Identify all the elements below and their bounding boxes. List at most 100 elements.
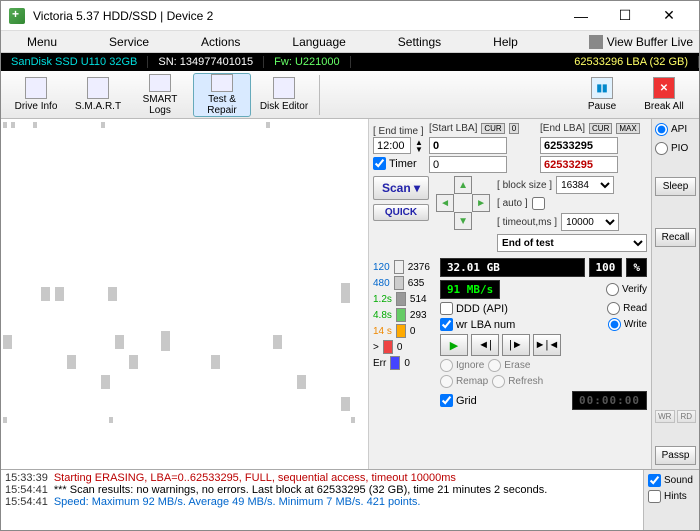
timing-list: 1202376 480635 1.2s514 4.8s293 14 s0 >0 … <box>373 258 430 372</box>
passp-button[interactable]: Passp <box>655 446 696 465</box>
elapsed-clock: 00:00:00 <box>572 391 647 410</box>
pio-radio[interactable] <box>655 142 668 155</box>
t1_2s-label: 1.2s <box>373 294 392 305</box>
recall-button[interactable]: Recall <box>655 228 696 247</box>
disk-editor-button[interactable]: Disk Editor <box>255 73 313 117</box>
sound-checkbox[interactable] <box>648 474 661 487</box>
menubar: Menu Service Actions Language Settings H… <box>1 31 699 53</box>
arrow-up-button[interactable]: ▲ <box>454 176 472 194</box>
zero-button[interactable]: 0 <box>509 123 519 134</box>
serial-number: SN: 134977401015 <box>148 56 264 68</box>
menu-right[interactable]: View Buffer Live <box>589 35 699 49</box>
menu-help[interactable]: Help <box>467 35 544 49</box>
start-lba-input-2[interactable] <box>429 156 507 173</box>
timeout-select[interactable]: 10000 <box>561 213 619 231</box>
menu-language[interactable]: Language <box>266 35 371 49</box>
t4_8s-value: 293 <box>410 310 427 321</box>
write-radio[interactable] <box>608 318 621 331</box>
block-size-select[interactable]: 16384 <box>556 176 614 194</box>
main: [ End time ] ▲▼ Timer [Start LBA]CUR0 [E… <box>1 119 699 469</box>
arrow-right-button[interactable]: ► <box>472 194 490 212</box>
refresh-radio[interactable] <box>492 375 505 388</box>
read-radio[interactable] <box>607 302 620 315</box>
t4_8s-label: 4.8s <box>373 310 392 321</box>
ddd-checkbox[interactable] <box>440 302 453 315</box>
log-msg-1: Starting ERASING, LBA=0..62533295, FULL,… <box>54 472 456 484</box>
play-button[interactable]: ▶ <box>440 334 468 356</box>
editor-icon <box>273 77 295 99</box>
start-lba-input[interactable] <box>429 137 507 154</box>
action-select[interactable]: End of test <box>497 234 647 252</box>
wrlba-checkbox[interactable] <box>440 318 453 331</box>
menu-settings[interactable]: Settings <box>372 35 467 49</box>
t14s-bar <box>396 324 406 338</box>
menu-menu[interactable]: Menu <box>1 35 83 49</box>
app-icon <box>9 8 25 24</box>
spinner-icon[interactable]: ▲▼ <box>415 139 423 153</box>
timer-checkbox[interactable] <box>373 157 386 170</box>
end-lba-input[interactable] <box>540 137 618 154</box>
t120-value: 2376 <box>408 262 430 273</box>
t480-value: 635 <box>408 278 425 289</box>
minimize-button[interactable]: — <box>559 2 603 30</box>
device-name: SanDisk SSD U110 32GB <box>1 56 148 68</box>
logs-icon <box>149 74 171 92</box>
wrlba-label: wr LBA num <box>456 319 515 331</box>
remap-radio[interactable] <box>440 375 453 388</box>
verify-radio[interactable] <box>606 283 619 296</box>
cur-button[interactable]: CUR <box>481 123 504 134</box>
smart-button[interactable]: S.M.A.R.T <box>69 73 127 117</box>
ignore-radio[interactable] <box>440 359 453 372</box>
t14s-label: 14 s <box>373 326 392 337</box>
start-lba-label: [Start LBA] <box>429 123 477 134</box>
test-repair-button[interactable]: Test & Repair <box>193 73 251 117</box>
erase-radio[interactable] <box>488 359 501 372</box>
pause-button[interactable]: ▮▮Pause <box>573 73 631 117</box>
step-back-button[interactable]: ◄| <box>471 334 499 356</box>
scanned-size: 32.01 GB <box>440 258 585 277</box>
maximize-button[interactable]: ☐ <box>603 2 647 30</box>
cur-button-2[interactable]: CUR <box>589 123 612 134</box>
arrow-down-button[interactable]: ▼ <box>454 212 472 230</box>
api-radio[interactable] <box>655 123 668 136</box>
terr-label: Err <box>373 358 386 369</box>
scan-map[interactable] <box>1 119 368 469</box>
log-msg-3: Speed: Maximum 92 MB/s. Average 49 MB/s.… <box>54 496 421 508</box>
skip-button[interactable]: ►|◄ <box>533 334 561 356</box>
scan-map-panel <box>1 119 369 469</box>
end-lba-input-2[interactable] <box>540 156 618 173</box>
toolbar: Drive Info S.M.A.R.T SMART Logs Test & R… <box>1 71 699 119</box>
menu-actions[interactable]: Actions <box>175 35 266 49</box>
sleep-button[interactable]: Sleep <box>655 177 696 196</box>
log-section: 15:33:39Starting ERASING, LBA=0..6253329… <box>1 469 699 530</box>
smart-logs-button[interactable]: SMART Logs <box>131 73 189 117</box>
end-time-input[interactable] <box>373 137 411 154</box>
drive-info-button[interactable]: Drive Info <box>7 73 65 117</box>
speed-value: 91 MB/s <box>440 280 500 299</box>
hints-checkbox[interactable] <box>648 490 661 503</box>
tgt-label: > <box>373 342 379 353</box>
max-button[interactable]: MAX <box>616 123 639 134</box>
timer-label: Timer <box>389 158 417 170</box>
step-fwd-button[interactable]: |► <box>502 334 530 356</box>
grid-checkbox[interactable] <box>440 394 453 407</box>
close-button[interactable]: ✕ <box>647 2 691 30</box>
log[interactable]: 15:33:39Starting ERASING, LBA=0..6253329… <box>1 470 643 530</box>
break-all-button[interactable]: ✕Break All <box>635 73 693 117</box>
block-size-label: [ block size ] <box>497 180 552 191</box>
quick-button[interactable]: QUICK <box>373 204 429 221</box>
rd-button[interactable]: RD <box>677 410 697 423</box>
auto-label: [ auto ] <box>497 198 528 209</box>
terr-value: 0 <box>404 358 410 369</box>
auto-checkbox[interactable] <box>532 197 545 210</box>
t14s-value: 0 <box>410 326 416 337</box>
arrow-left-button[interactable]: ◄ <box>436 194 454 212</box>
window-title: Victoria 5.37 HDD/SSD | Device 2 <box>33 9 559 23</box>
end-lba-label: [End LBA] <box>540 123 585 134</box>
log-time-3: 15:54:41 <box>5 496 48 508</box>
menu-service[interactable]: Service <box>83 35 175 49</box>
grid-label: Grid <box>456 395 477 407</box>
wr-button[interactable]: WR <box>655 410 675 423</box>
progress-sym: % <box>626 258 647 277</box>
scan-button[interactable]: Scan ▾ <box>373 176 429 200</box>
